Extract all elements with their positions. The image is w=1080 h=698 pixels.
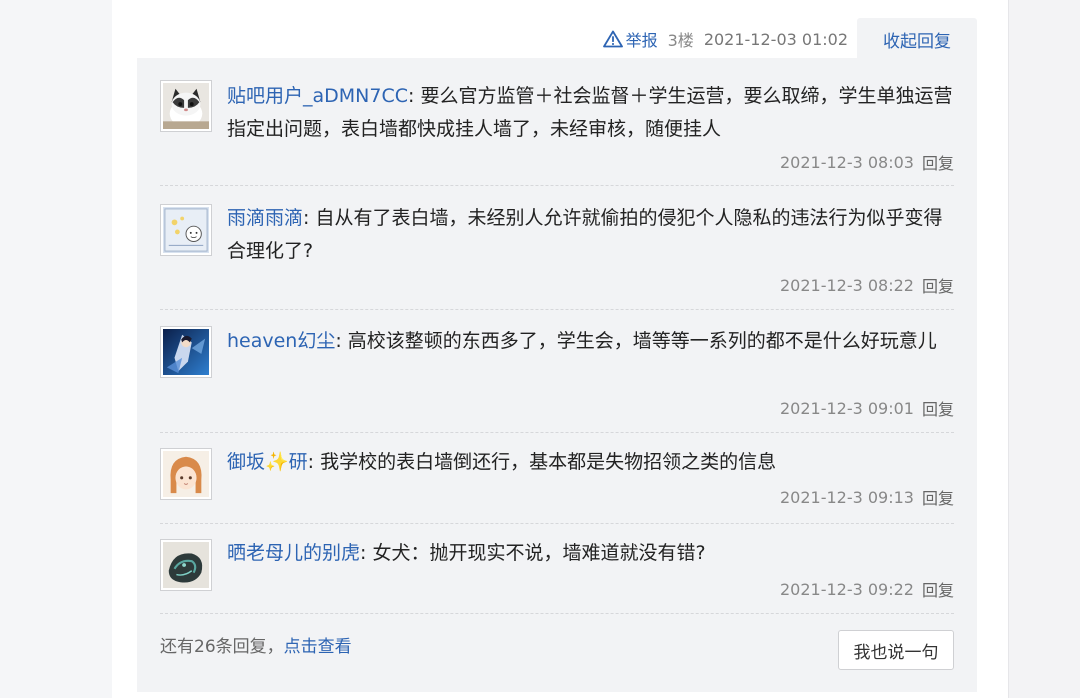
- reply-button[interactable]: 回复: [922, 150, 954, 174]
- reply-content: 御坂✨研: 我学校的表白墙倒还行，基本都是失物招领之类的信息: [227, 446, 954, 479]
- reply-username[interactable]: 贴吧用户_aDMN7CC: [227, 85, 408, 107]
- reply-content: 晒老母儿的别虎: 女犬：抛开现实不说，墙难道就没有错?: [227, 537, 954, 570]
- more-replies: 还有26条回复，点击查看: [160, 632, 352, 657]
- reply-body: : 女犬：抛开现实不说，墙难道就没有错?: [360, 542, 706, 564]
- reply-meta: 2021-12-3 09:13 回复: [780, 485, 954, 509]
- report-label: 举报: [625, 31, 658, 50]
- reply-item: 晒老母儿的别虎: 女犬：抛开现实不说，墙难道就没有错? 2021-12-3 09…: [160, 524, 954, 614]
- report-link[interactable]: 举报: [602, 27, 658, 51]
- reply-time: 2021-12-3 09:01: [779, 398, 914, 418]
- reply-time: 2021-12-3 09:13: [779, 487, 914, 507]
- post-tail: 举报 3楼 2021-12-03 01:02: [602, 26, 848, 52]
- reply-meta: 2021-12-3 09:01 回复: [780, 396, 954, 420]
- reply-body: : 我学校的表白墙倒还行，基本都是失物招领之类的信息: [307, 451, 777, 473]
- reply-username[interactable]: heaven幻尘: [227, 330, 335, 352]
- cat-avatar[interactable]: [160, 80, 212, 132]
- reply-item: 御坂✨研: 我学校的表白墙倒还行，基本都是失物招领之类的信息 2021-12-3…: [160, 433, 954, 524]
- reply-time: 2021-12-3 09:22: [779, 579, 914, 599]
- reply-button[interactable]: 回复: [922, 485, 954, 509]
- reply-button[interactable]: 回复: [922, 273, 954, 297]
- reply-content: 贴吧用户_aDMN7CC: 要么官方监管＋社会监督＋学生运营，要么取缔，学生单独…: [227, 80, 954, 146]
- reply-button[interactable]: 回复: [922, 396, 954, 420]
- warning-icon: [602, 30, 623, 48]
- reply-item: heaven幻尘: 高校该整顿的东西多了，学生会，墙等等一系列的都不是什么好玩意…: [160, 310, 954, 433]
- anime-girl-avatar[interactable]: [160, 448, 212, 500]
- reply-meta: 2021-12-3 08:03 回复: [780, 150, 954, 174]
- reply-username[interactable]: 御坂✨研: [227, 451, 308, 473]
- reply-body: : 自从有了表白墙，未经别人允许就偷拍的侵犯个人隐私的违法行为似乎变得合理化了?: [227, 207, 943, 262]
- reply-meta: 2021-12-3 09:22 回复: [780, 577, 954, 601]
- reply-item: 贴吧用户_aDMN7CC: 要么官方监管＋社会监督＋学生运营，要么取缔，学生单独…: [160, 58, 954, 186]
- reply-content: 雨滴雨滴: 自从有了表白墙，未经别人允许就偷拍的侵犯个人隐私的违法行为似乎变得合…: [227, 202, 954, 268]
- more-replies-text: 还有26条回复，: [160, 637, 284, 657]
- post-time: 2021-12-03 01:02: [703, 29, 848, 49]
- floor-number: 3楼: [667, 31, 694, 50]
- doodle-avatar[interactable]: [160, 204, 212, 256]
- reply-time: 2021-12-3 08:03: [779, 152, 914, 172]
- dark-object-avatar[interactable]: [160, 539, 212, 591]
- say-something-button[interactable]: 我也说一句: [838, 630, 954, 670]
- reply-content: heaven幻尘: 高校该整顿的东西多了，学生会，墙等等一系列的都不是什么好玩意…: [227, 325, 954, 358]
- anime-blue-avatar[interactable]: [160, 326, 212, 378]
- collapse-replies-button[interactable]: 收起回复: [857, 18, 977, 60]
- reply-body: : 高校该整顿的东西多了，学生会，墙等等一系列的都不是什么好玩意儿: [335, 330, 937, 352]
- reply-box: 贴吧用户_aDMN7CC: 要么官方监管＋社会监督＋学生运营，要么取缔，学生单独…: [137, 58, 977, 692]
- reply-username[interactable]: 晒老母儿的别虎: [227, 542, 360, 564]
- reply-username[interactable]: 雨滴雨滴: [227, 207, 303, 229]
- reply-button[interactable]: 回复: [922, 577, 954, 601]
- right-sidebar-edge: [1008, 0, 1080, 698]
- view-more-link[interactable]: 点击查看: [284, 637, 352, 657]
- reply-time: 2021-12-3 08:22: [779, 275, 914, 295]
- reply-meta: 2021-12-3 08:22 回复: [780, 273, 954, 297]
- reply-item: 雨滴雨滴: 自从有了表白墙，未经别人允许就偷拍的侵犯个人隐私的违法行为似乎变得合…: [160, 186, 954, 310]
